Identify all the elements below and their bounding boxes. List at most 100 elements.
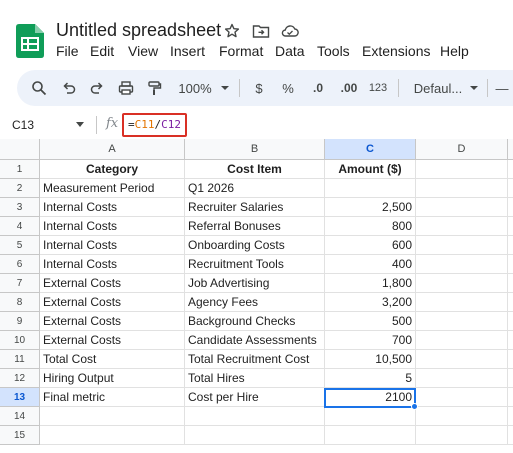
table-cell[interactable] [416, 217, 508, 236]
menu-help[interactable]: Help [440, 43, 469, 59]
table-cell[interactable]: External Costs [40, 312, 185, 331]
table-cell[interactable] [508, 369, 513, 388]
table-cell[interactable] [508, 350, 513, 369]
table-cell[interactable]: Total Recruitment Cost [185, 350, 325, 369]
table-cell[interactable]: Job Advertising [185, 274, 325, 293]
menu-tools[interactable]: Tools [317, 43, 350, 59]
row-header[interactable]: 2 [0, 179, 40, 198]
table-cell[interactable]: Onboarding Costs [185, 236, 325, 255]
row-header[interactable]: 14 [0, 407, 40, 426]
table-cell[interactable]: Background Checks [185, 312, 325, 331]
table-cell[interactable] [416, 426, 508, 445]
table-cell[interactable]: Internal Costs [40, 255, 185, 274]
menu-edit[interactable]: Edit [90, 43, 114, 59]
table-cell[interactable] [40, 426, 185, 445]
table-cell[interactable] [416, 274, 508, 293]
table-cell[interactable] [508, 179, 513, 198]
formula-input[interactable]: =C11/C12 [122, 113, 187, 137]
table-cell[interactable] [508, 388, 513, 407]
table-cell[interactable] [508, 293, 513, 312]
print-icon[interactable] [116, 78, 136, 98]
table-cell[interactable]: Measurement Period [40, 179, 185, 198]
table-cell[interactable] [508, 426, 513, 445]
table-cell[interactable] [325, 407, 416, 426]
table-cell[interactable]: 5 [325, 369, 416, 388]
chevron-down-icon[interactable] [220, 78, 230, 98]
row-header[interactable]: 13 [0, 388, 40, 407]
row-header[interactable]: 10 [0, 331, 40, 350]
table-cell[interactable]: Internal Costs [40, 198, 185, 217]
search-menus-icon[interactable] [29, 78, 49, 98]
table-cell[interactable]: External Costs [40, 331, 185, 350]
menu-format[interactable]: Format [219, 43, 263, 59]
star-icon[interactable] [224, 23, 240, 39]
table-cell[interactable]: External Costs [40, 293, 185, 312]
redo-icon[interactable] [87, 78, 107, 98]
table-cell[interactable] [416, 350, 508, 369]
column-header-d[interactable]: D [416, 139, 508, 160]
menu-view[interactable]: View [128, 43, 158, 59]
table-cell[interactable]: Total Cost [40, 350, 185, 369]
row-header[interactable]: 3 [0, 198, 40, 217]
table-cell[interactable] [416, 236, 508, 255]
table-cell[interactable]: 1,800 [325, 274, 416, 293]
menu-extensions[interactable]: Extensions [362, 43, 430, 59]
table-cell[interactable]: 400 [325, 255, 416, 274]
table-cell[interactable] [508, 255, 513, 274]
cloud-saved-icon[interactable] [281, 23, 299, 39]
table-cell[interactable] [508, 312, 513, 331]
table-cell[interactable]: Candidate Assessments [185, 331, 325, 350]
column-header-e[interactable] [508, 139, 513, 160]
header-cell[interactable] [416, 160, 508, 179]
table-cell[interactable]: 2,500 [325, 198, 416, 217]
table-cell[interactable]: 700 [325, 331, 416, 350]
header-cell[interactable]: Cost Item [185, 160, 325, 179]
table-cell[interactable]: 800 [325, 217, 416, 236]
row-header[interactable]: 1 [0, 160, 40, 179]
table-cell[interactable] [416, 255, 508, 274]
row-header[interactable]: 6 [0, 255, 40, 274]
table-cell[interactable] [508, 236, 513, 255]
chevron-down-icon[interactable] [469, 78, 479, 98]
table-cell[interactable]: Referral Bonuses [185, 217, 325, 236]
menu-insert[interactable]: Insert [170, 43, 205, 59]
table-cell[interactable]: Internal Costs [40, 217, 185, 236]
percent-format-button[interactable]: % [280, 78, 296, 98]
table-cell[interactable]: Final metric [40, 388, 185, 407]
currency-format-button[interactable]: $ [251, 78, 267, 98]
move-to-folder-icon[interactable] [252, 23, 270, 39]
zoom-select[interactable]: 100% [175, 78, 215, 98]
table-cell[interactable]: External Costs [40, 274, 185, 293]
table-cell[interactable] [416, 331, 508, 350]
header-cell[interactable]: Amount ($) [325, 160, 416, 179]
row-header[interactable]: 9 [0, 312, 40, 331]
table-cell[interactable] [416, 179, 508, 198]
table-cell[interactable]: Total Hires [185, 369, 325, 388]
row-header[interactable]: 11 [0, 350, 40, 369]
table-cell[interactable] [508, 407, 513, 426]
table-cell[interactable]: Cost per Hire [185, 388, 325, 407]
header-cell[interactable]: Category [40, 160, 185, 179]
row-header[interactable]: 4 [0, 217, 40, 236]
table-cell[interactable] [508, 198, 513, 217]
table-cell[interactable]: 500 [325, 312, 416, 331]
undo-icon[interactable] [59, 78, 79, 98]
table-cell[interactable] [416, 312, 508, 331]
table-cell[interactable] [185, 407, 325, 426]
name-box[interactable]: C13 [12, 118, 34, 132]
chevron-down-icon[interactable] [76, 122, 84, 127]
table-cell[interactable] [416, 407, 508, 426]
menu-file[interactable]: File [56, 43, 79, 59]
table-cell[interactable] [325, 179, 416, 198]
header-cell[interactable] [508, 160, 513, 179]
spreadsheet-grid[interactable]: A B C D 1 Category Cost Item Amount ($) 2 Mea… [0, 139, 513, 453]
select-all-corner[interactable] [0, 139, 40, 160]
decrease-decimal-button[interactable]: .0 [307, 78, 329, 98]
table-cell[interactable]: Hiring Output [40, 369, 185, 388]
table-cell[interactable] [508, 274, 513, 293]
column-header-c[interactable]: C [325, 139, 416, 160]
table-cell[interactable] [325, 426, 416, 445]
table-cell[interactable]: 600 [325, 236, 416, 255]
document-title[interactable]: Untitled spreadsheet [56, 20, 221, 41]
table-cell[interactable]: 3,200 [325, 293, 416, 312]
